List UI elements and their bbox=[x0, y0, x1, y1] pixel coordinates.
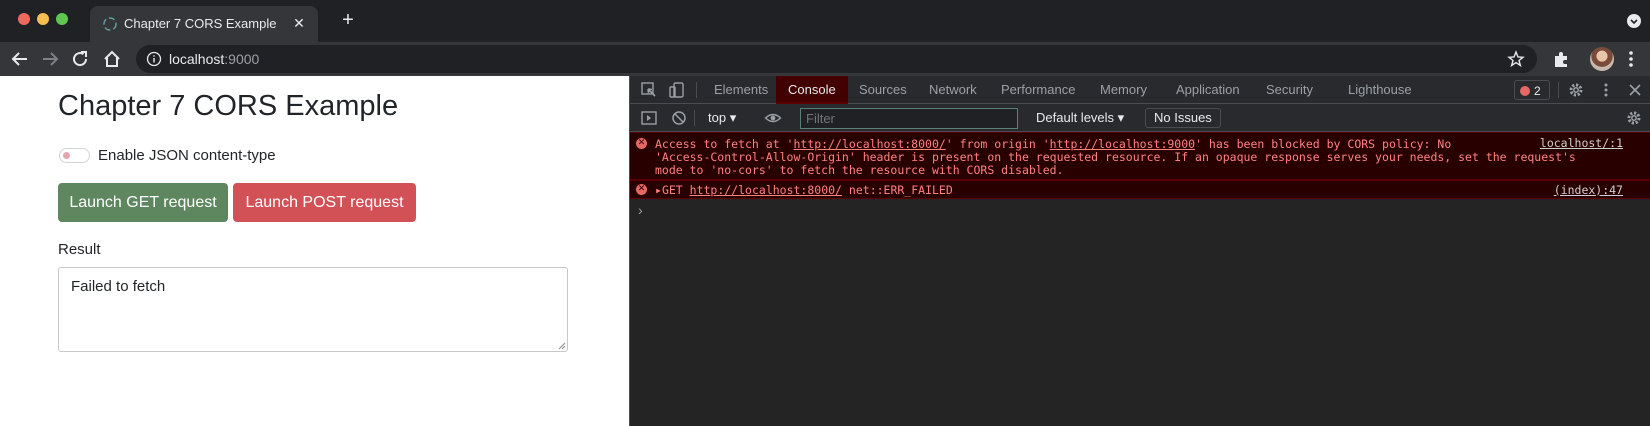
error-icon: ✕ bbox=[636, 138, 647, 149]
toggle-knob bbox=[63, 152, 70, 159]
browser-menu-icon[interactable] bbox=[1620, 48, 1642, 70]
toolbar-divider bbox=[696, 82, 697, 98]
minimize-window-button[interactable] bbox=[37, 13, 49, 25]
tab-sources[interactable]: Sources bbox=[847, 76, 919, 104]
error-count-badge[interactable]: 2 bbox=[1514, 80, 1550, 100]
tab-application[interactable]: Application bbox=[1164, 76, 1252, 104]
error-text: ▸GET http://localhost:8000/ net::ERR_FAI… bbox=[655, 183, 953, 197]
tab-elements[interactable]: Elements bbox=[702, 76, 780, 104]
live-expression-eye-icon[interactable] bbox=[764, 109, 782, 127]
forward-arrow-icon[interactable] bbox=[38, 47, 62, 71]
browser-tabstrip: Chapter 7 CORS Example ✕ + bbox=[0, 0, 1650, 42]
console-link[interactable]: http://localhost:9000 bbox=[1050, 137, 1195, 151]
show-sidebar-icon[interactable] bbox=[640, 109, 658, 127]
error-icon bbox=[1520, 86, 1530, 96]
toolbar-divider bbox=[1558, 82, 1559, 98]
bookmark-star-icon[interactable] bbox=[1507, 50, 1525, 68]
console-prompt-icon[interactable]: › bbox=[638, 202, 643, 218]
profile-avatar[interactable] bbox=[1590, 47, 1614, 71]
clear-console-icon[interactable] bbox=[670, 109, 688, 127]
tab-security[interactable]: Security bbox=[1254, 76, 1325, 104]
source-link[interactable]: (index):47 bbox=[1554, 184, 1623, 197]
error-text: Access to fetch at 'http://localhost:800… bbox=[655, 137, 1576, 177]
browser-tab[interactable]: Chapter 7 CORS Example ✕ bbox=[90, 6, 318, 42]
console-error-message: ✕ Access to fetch at 'http://localhost:8… bbox=[630, 132, 1650, 180]
site-info-icon[interactable] bbox=[146, 51, 162, 67]
url-text: localhost:9000 bbox=[169, 51, 260, 67]
close-tab-icon[interactable]: ✕ bbox=[290, 14, 308, 32]
result-value: Failed to fetch bbox=[71, 278, 166, 295]
inspect-element-icon[interactable] bbox=[640, 81, 658, 99]
reload-icon[interactable] bbox=[68, 47, 92, 71]
devtools-tabbar: Elements Console Sources Network Perform… bbox=[630, 76, 1650, 104]
resize-handle-icon[interactable] bbox=[558, 342, 566, 350]
json-content-type-toggle[interactable] bbox=[59, 148, 90, 163]
context-selector[interactable]: top ▾ bbox=[708, 110, 736, 126]
extensions-puzzle-icon[interactable] bbox=[1550, 48, 1572, 70]
error-icon: ✕ bbox=[636, 184, 647, 195]
launch-post-button[interactable]: Launch POST request bbox=[233, 183, 416, 222]
issues-button[interactable]: No Issues bbox=[1145, 108, 1221, 128]
back-arrow-icon[interactable] bbox=[8, 47, 32, 71]
source-link[interactable]: localhost/:1 bbox=[1540, 137, 1623, 150]
tab-memory[interactable]: Memory bbox=[1088, 76, 1159, 104]
devtools-panel: Elements Console Sources Network Perform… bbox=[629, 76, 1650, 426]
toggle-label: Enable JSON content-type bbox=[98, 147, 276, 164]
console-filter-input[interactable] bbox=[800, 108, 1018, 129]
console-settings-gear-icon[interactable] bbox=[1625, 109, 1643, 127]
page-title: Chapter 7 CORS Example bbox=[58, 90, 399, 122]
loading-icon bbox=[103, 17, 117, 31]
console-error-message[interactable]: ✕ ▸GET http://localhost:8000/ net::ERR_F… bbox=[630, 180, 1650, 199]
result-textarea[interactable]: Failed to fetch bbox=[58, 267, 568, 352]
page-viewport: Chapter 7 CORS Example Enable JSON conte… bbox=[0, 76, 629, 426]
tab-lighthouse[interactable]: Lighthouse bbox=[1336, 76, 1424, 104]
tab-console[interactable]: Console bbox=[776, 76, 848, 104]
tab-search-icon[interactable] bbox=[1626, 13, 1642, 29]
console-filterbar: top ▾ Default levels ▾ No Issues bbox=[630, 104, 1650, 132]
console-link[interactable]: http://localhost:8000/ bbox=[793, 137, 945, 151]
device-toolbar-icon[interactable] bbox=[668, 81, 686, 99]
close-window-button[interactable] bbox=[18, 13, 30, 25]
result-label: Result bbox=[58, 241, 101, 258]
tab-performance[interactable]: Performance bbox=[989, 76, 1087, 104]
launch-get-button[interactable]: Launch GET request bbox=[58, 183, 228, 222]
toolbar-divider bbox=[694, 110, 695, 126]
expand-triangle-icon[interactable]: ▸ bbox=[655, 183, 662, 197]
more-options-icon[interactable] bbox=[1597, 81, 1615, 99]
browser-toolbar: localhost:9000 bbox=[0, 42, 1650, 76]
console-link[interactable]: http://localhost:8000/ bbox=[690, 183, 842, 197]
log-levels-dropdown[interactable]: Default levels ▾ bbox=[1036, 110, 1124, 126]
home-icon[interactable] bbox=[100, 47, 124, 71]
address-bar[interactable]: localhost:9000 bbox=[136, 45, 1537, 73]
maximize-window-button[interactable] bbox=[56, 13, 68, 25]
settings-gear-icon[interactable] bbox=[1567, 81, 1585, 99]
close-devtools-icon[interactable] bbox=[1626, 81, 1644, 99]
new-tab-button[interactable]: + bbox=[338, 10, 358, 30]
tab-title: Chapter 7 CORS Example bbox=[124, 16, 277, 31]
tab-network[interactable]: Network bbox=[917, 76, 989, 104]
